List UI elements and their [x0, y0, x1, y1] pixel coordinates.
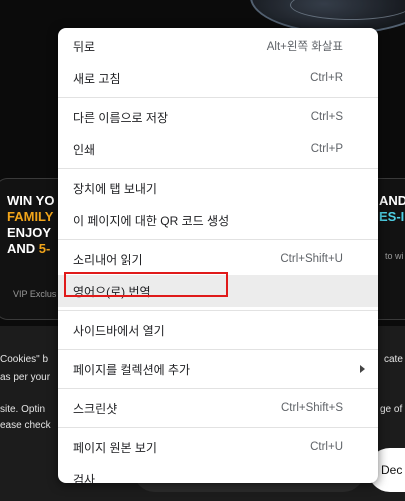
cookie-text: as per your: [0, 372, 51, 383]
menu-item-label: 페이지를 컬렉션에 추가: [73, 362, 191, 377]
menu-item[interactable]: 새로 고침 Ctrl+R: [58, 62, 378, 94]
menu-item[interactable]: 소리내어 읽기 Ctrl+Shift+U: [58, 243, 378, 275]
menu-item[interactable]: 이 페이지에 대한 QR 코드 생성: [58, 204, 378, 236]
menu-item[interactable]: 뒤로 Alt+왼쪽 화살표: [58, 30, 378, 62]
menu-separator: [58, 349, 378, 350]
menu-item-shortcut: Ctrl+U: [310, 441, 343, 453]
menu-item-label: 페이지 원본 보기: [73, 440, 157, 455]
cookie-text: Cookies" b: [0, 354, 49, 365]
menu-item[interactable]: 사이드바에서 열기: [58, 314, 378, 346]
menu-item[interactable]: 페이지 원본 보기 Ctrl+U: [58, 431, 378, 463]
cookie-text: ge of: [380, 404, 403, 415]
menu-item-label: 사이드바에서 열기: [73, 323, 165, 338]
promo-right-text: AND: [379, 193, 405, 208]
menu-item-shortcut: Ctrl+R: [310, 72, 343, 84]
cookie-text: site. Optin: [0, 404, 46, 415]
menu-item-label: 영어으(로) 번역: [73, 284, 151, 299]
promo-footer: VIP Exclus: [13, 289, 57, 299]
menu-item-label: 소리내어 읽기: [73, 252, 143, 267]
promo-line: ENJOY: [7, 225, 52, 240]
menu-item-label: 인쇄: [73, 142, 96, 157]
menu-separator: [58, 168, 378, 169]
menu-item[interactable]: 다른 이름으로 저장 Ctrl+S: [58, 101, 378, 133]
cookie-text: cate: [384, 354, 403, 365]
promo-line: FAMILY: [7, 209, 54, 224]
menu-item-shortcut: Ctrl+Shift+U: [280, 253, 343, 265]
menu-item-label: 장치에 탭 보내기: [73, 181, 157, 196]
menu-item[interactable]: 영어으(로) 번역: [58, 275, 378, 307]
menu-item[interactable]: 장치에 탭 보내기: [58, 172, 378, 204]
menu-separator: [58, 427, 378, 428]
menu-item-label: 스크린샷: [73, 401, 118, 416]
menu-separator: [58, 310, 378, 311]
menu-item-label: 이 페이지에 대한 QR 코드 생성: [73, 213, 230, 228]
context-menu: 뒤로 Alt+왼쪽 화살표새로 고침 Ctrl+R 다른 이름으로 저장 Ctrl+S 인…: [58, 28, 378, 483]
menu-item-shortcut: Ctrl+P: [310, 143, 343, 155]
menu-item-label: 검사: [73, 472, 96, 484]
menu-item[interactable]: 검사: [58, 463, 378, 484]
menu-item-label: 뒤로: [73, 39, 96, 54]
menu-item-shortcut: Alt+왼쪽 화살표: [266, 41, 343, 53]
promo-line: AND 5-: [7, 241, 51, 256]
promo-right-text: ES-I: [379, 209, 405, 224]
menu-item-label: 다른 이름으로 저장: [73, 110, 168, 125]
menu-separator: [58, 239, 378, 240]
menu-item[interactable]: 페이지를 컬렉션에 추가: [58, 353, 378, 385]
browser-page: WIN YO FAMILY ENJOY AND 5- AND ES-I to w…: [0, 0, 405, 501]
submenu-arrow-icon: [360, 365, 365, 373]
menu-item[interactable]: 인쇄 Ctrl+P: [58, 133, 378, 165]
menu-item-label: 새로 고침: [73, 71, 121, 86]
cookie-text: ease check: [0, 420, 51, 431]
menu-separator: [58, 388, 378, 389]
promo-line: WIN YO: [7, 193, 55, 208]
menu-item-shortcut: Ctrl+S: [310, 111, 343, 123]
menu-separator: [58, 97, 378, 98]
menu-item[interactable]: 스크린샷 Ctrl+Shift+S: [58, 392, 378, 424]
promo-right-small: to wi: [385, 251, 404, 261]
menu-item-shortcut: Ctrl+Shift+S: [281, 402, 343, 414]
